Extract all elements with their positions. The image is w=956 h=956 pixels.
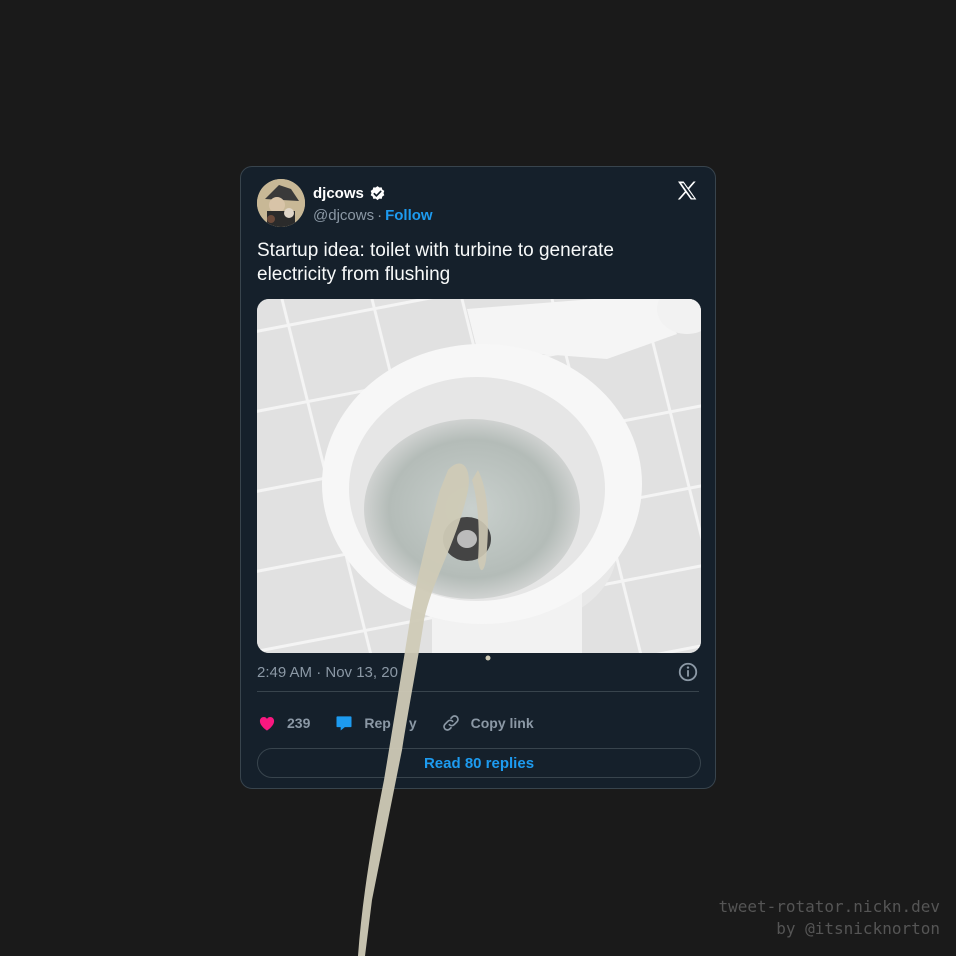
copy-link-button[interactable]: Copy link	[441, 713, 534, 733]
like-button[interactable]: 239	[257, 713, 310, 733]
credit-site-url[interactable]: tweet-rotator.nickn.dev	[718, 896, 940, 918]
speech-bubble-icon	[336, 716, 352, 731]
read-replies-button[interactable]: Read 80 replies	[257, 748, 701, 778]
separator-dot: ·	[377, 207, 383, 224]
verified-badge-icon	[370, 186, 385, 201]
handle-row: @djcows · Follow	[313, 207, 433, 224]
reply-label: Rep y	[364, 715, 417, 731]
tweet-card: djcows @djcows · Follow Startup idea: toil…	[240, 166, 716, 789]
credit-footer: tweet-rotator.nickn.dev by @itsnicknorto…	[718, 896, 940, 940]
divider	[257, 691, 699, 692]
credit-author[interactable]: by @itsnicknorton	[718, 918, 940, 940]
action-bar: 239 Rep y Copy link	[257, 711, 558, 735]
tweet-timestamp[interactable]: 2:49 AM · Nov 13, 20	[257, 664, 398, 681]
like-count: 239	[287, 715, 311, 731]
author-handle[interactable]: @djcows	[313, 207, 374, 224]
follow-button[interactable]: Follow	[385, 207, 433, 224]
heart-icon	[259, 717, 275, 731]
author-name[interactable]: djcows	[313, 185, 364, 202]
copy-link-label: Copy link	[470, 715, 534, 731]
reply-button[interactable]: Rep y	[334, 713, 417, 733]
info-icon[interactable]	[677, 661, 699, 683]
link-icon	[442, 715, 459, 731]
tweet-text: Startup idea: toilet with turbine to gen…	[257, 240, 615, 285]
x-logo-icon[interactable]	[675, 179, 699, 203]
avatar[interactable]	[257, 179, 305, 227]
tweet-media-image[interactable]	[257, 299, 701, 653]
